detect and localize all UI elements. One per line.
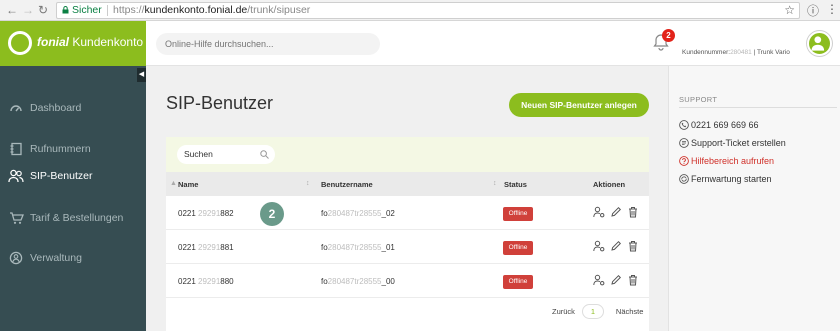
sort-icon[interactable]: ↕ — [493, 180, 497, 187]
pagination: Zurück 1 Nächste — [552, 304, 643, 319]
table-filter-bar: Suchen — [166, 137, 649, 172]
step-marker: 2 — [260, 202, 284, 226]
column-status[interactable]: Status — [504, 180, 527, 189]
table-header: ▲ Name ↕ Benutzername ↕ Status Aktionen — [166, 172, 649, 196]
support-phone[interactable]: 0221 669 669 66 — [679, 120, 759, 130]
row-actions — [593, 240, 639, 252]
address-bar[interactable]: Sicher https://kundenkonto.fonial.de/tru… — [56, 2, 800, 19]
support-heading: SUPPORT — [679, 95, 718, 104]
sidebar-item-label: Dashboard — [30, 102, 82, 114]
dashboard-icon — [8, 100, 24, 116]
status-badge: Offline — [503, 275, 533, 289]
column-username[interactable]: Benutzername — [321, 180, 373, 189]
fonial-logo-icon — [8, 31, 32, 55]
sidebar-item-label: Rufnummern — [30, 143, 91, 155]
brand-logo[interactable]: fonial Kundenkonto — [0, 21, 146, 66]
avatar[interactable] — [807, 31, 832, 56]
ticket-icon — [679, 138, 689, 148]
table-row[interactable]: 0221 29291882 2 fo280487tr28555_02 Offli… — [166, 196, 649, 230]
row-username: fo280487tr28555_01 — [321, 243, 395, 252]
sidebar-item-rufnummern[interactable]: Rufnummern — [0, 138, 146, 160]
sip-user-table: Suchen ▲ Name ↕ Benutzername ↕ Status Ak… — [166, 137, 649, 331]
table-row[interactable]: 0221 29291880 fo280487tr28555_00 Offline — [166, 264, 649, 298]
row-actions — [593, 206, 639, 218]
page-title: SIP-Benutzer — [166, 93, 274, 113]
extension-icon[interactable]: ⓘ — [807, 2, 819, 19]
edit-icon[interactable] — [610, 240, 622, 252]
remote-maintenance-link[interactable]: Fernwartung starten — [679, 174, 772, 184]
support-ticket-link[interactable]: Support-Ticket erstellen — [679, 138, 786, 148]
help-icon — [679, 156, 689, 166]
sidebar-item-dashboard[interactable]: Dashboard — [0, 97, 146, 119]
reload-icon[interactable]: ↻ — [38, 3, 48, 17]
status-badge: Offline — [503, 241, 533, 255]
user-settings-icon[interactable] — [593, 206, 605, 218]
column-name[interactable]: Name — [178, 180, 198, 189]
edit-icon[interactable] — [610, 274, 622, 286]
row-username: fo280487tr28555_00 — [321, 277, 395, 286]
row-name: 0221 29291882 — [178, 209, 234, 218]
secure-label: Sicher — [72, 4, 102, 16]
row-name: 0221 29291881 — [178, 243, 234, 252]
sort-asc-icon[interactable]: ▲ — [170, 180, 177, 187]
user-avatar-icon — [811, 36, 825, 51]
forward-icon[interactable]: → — [22, 3, 34, 17]
search-icon — [260, 150, 269, 159]
sidebar-item-label: SIP-Benutzer — [30, 170, 93, 182]
pagination-next[interactable]: Nächste — [616, 307, 644, 316]
lock-icon — [62, 6, 69, 14]
delete-icon[interactable] — [627, 240, 639, 252]
row-name: 0221 29291880 — [178, 277, 234, 286]
help-area-link[interactable]: Hilfebereich aufrufen — [679, 156, 774, 166]
delete-icon[interactable] — [627, 206, 639, 218]
edit-icon[interactable] — [610, 206, 622, 218]
sidebar-item-sip-benutzer[interactable]: SIP-Benutzer — [0, 165, 146, 187]
url-text: https://kundenkonto.fonial.de/trunk/sipu… — [113, 4, 311, 16]
table-row[interactable]: 0221 29291881 fo280487tr28555_01 Offline — [166, 230, 649, 264]
sidebar-item-label: Verwaltung — [30, 252, 82, 264]
browser-menu-icon[interactable]: ⋮ — [826, 2, 838, 16]
remote-icon — [679, 174, 689, 184]
brand-name: fonial Kundenkonto — [37, 35, 144, 49]
settings-icon — [8, 250, 24, 266]
sidebar-item-label: Tarif & Bestellungen — [30, 212, 124, 224]
back-icon[interactable]: ← — [6, 3, 18, 17]
help-search-input[interactable] — [156, 33, 380, 55]
main-content: SIP-Benutzer Neuen SIP-Benutzer anlegen … — [146, 66, 668, 331]
sidebar-item-tarif[interactable]: Tarif & Bestellungen — [0, 207, 146, 229]
delete-icon[interactable] — [627, 274, 639, 286]
row-username: fo280487tr28555_02 — [321, 209, 395, 218]
add-sip-user-button[interactable]: Neuen SIP-Benutzer anlegen — [509, 93, 649, 117]
customer-number: Kundennummer:280481 | Trunk Vario — [682, 49, 790, 56]
collapse-sidebar-icon[interactable]: ◀ — [137, 68, 146, 82]
column-actions: Aktionen — [593, 180, 626, 189]
status-badge: Offline — [503, 207, 533, 221]
notification-badge: 2 — [662, 29, 675, 42]
pagination-prev[interactable]: Zurück — [552, 307, 575, 316]
support-panel: SUPPORT 0221 669 669 66 Support-Ticket e… — [668, 66, 840, 331]
support-divider — [679, 107, 837, 108]
bookmark-star-icon[interactable]: ☆ — [784, 3, 795, 18]
browser-toolbar: ← → ↻ Sicher https://kundenkonto.fonial.… — [0, 0, 840, 21]
sidebar: ◀ Dashboard Rufnummern SIP-Benutzer Tari… — [0, 66, 146, 331]
app-header: fonial Kundenkonto 2 Kundennummer:280481… — [0, 21, 840, 66]
cart-icon — [8, 210, 24, 226]
users-icon — [8, 168, 24, 184]
address-divider — [107, 5, 108, 16]
user-settings-icon[interactable] — [593, 240, 605, 252]
user-settings-icon[interactable] — [593, 274, 605, 286]
sort-icon[interactable]: ↕ — [306, 180, 310, 187]
phone-book-icon — [8, 141, 24, 157]
sidebar-item-verwaltung[interactable]: Verwaltung — [0, 247, 146, 269]
table-search-input[interactable]: Suchen — [177, 145, 275, 164]
row-actions — [593, 274, 639, 286]
phone-icon — [679, 120, 689, 130]
pagination-current-page[interactable]: 1 — [581, 304, 604, 319]
